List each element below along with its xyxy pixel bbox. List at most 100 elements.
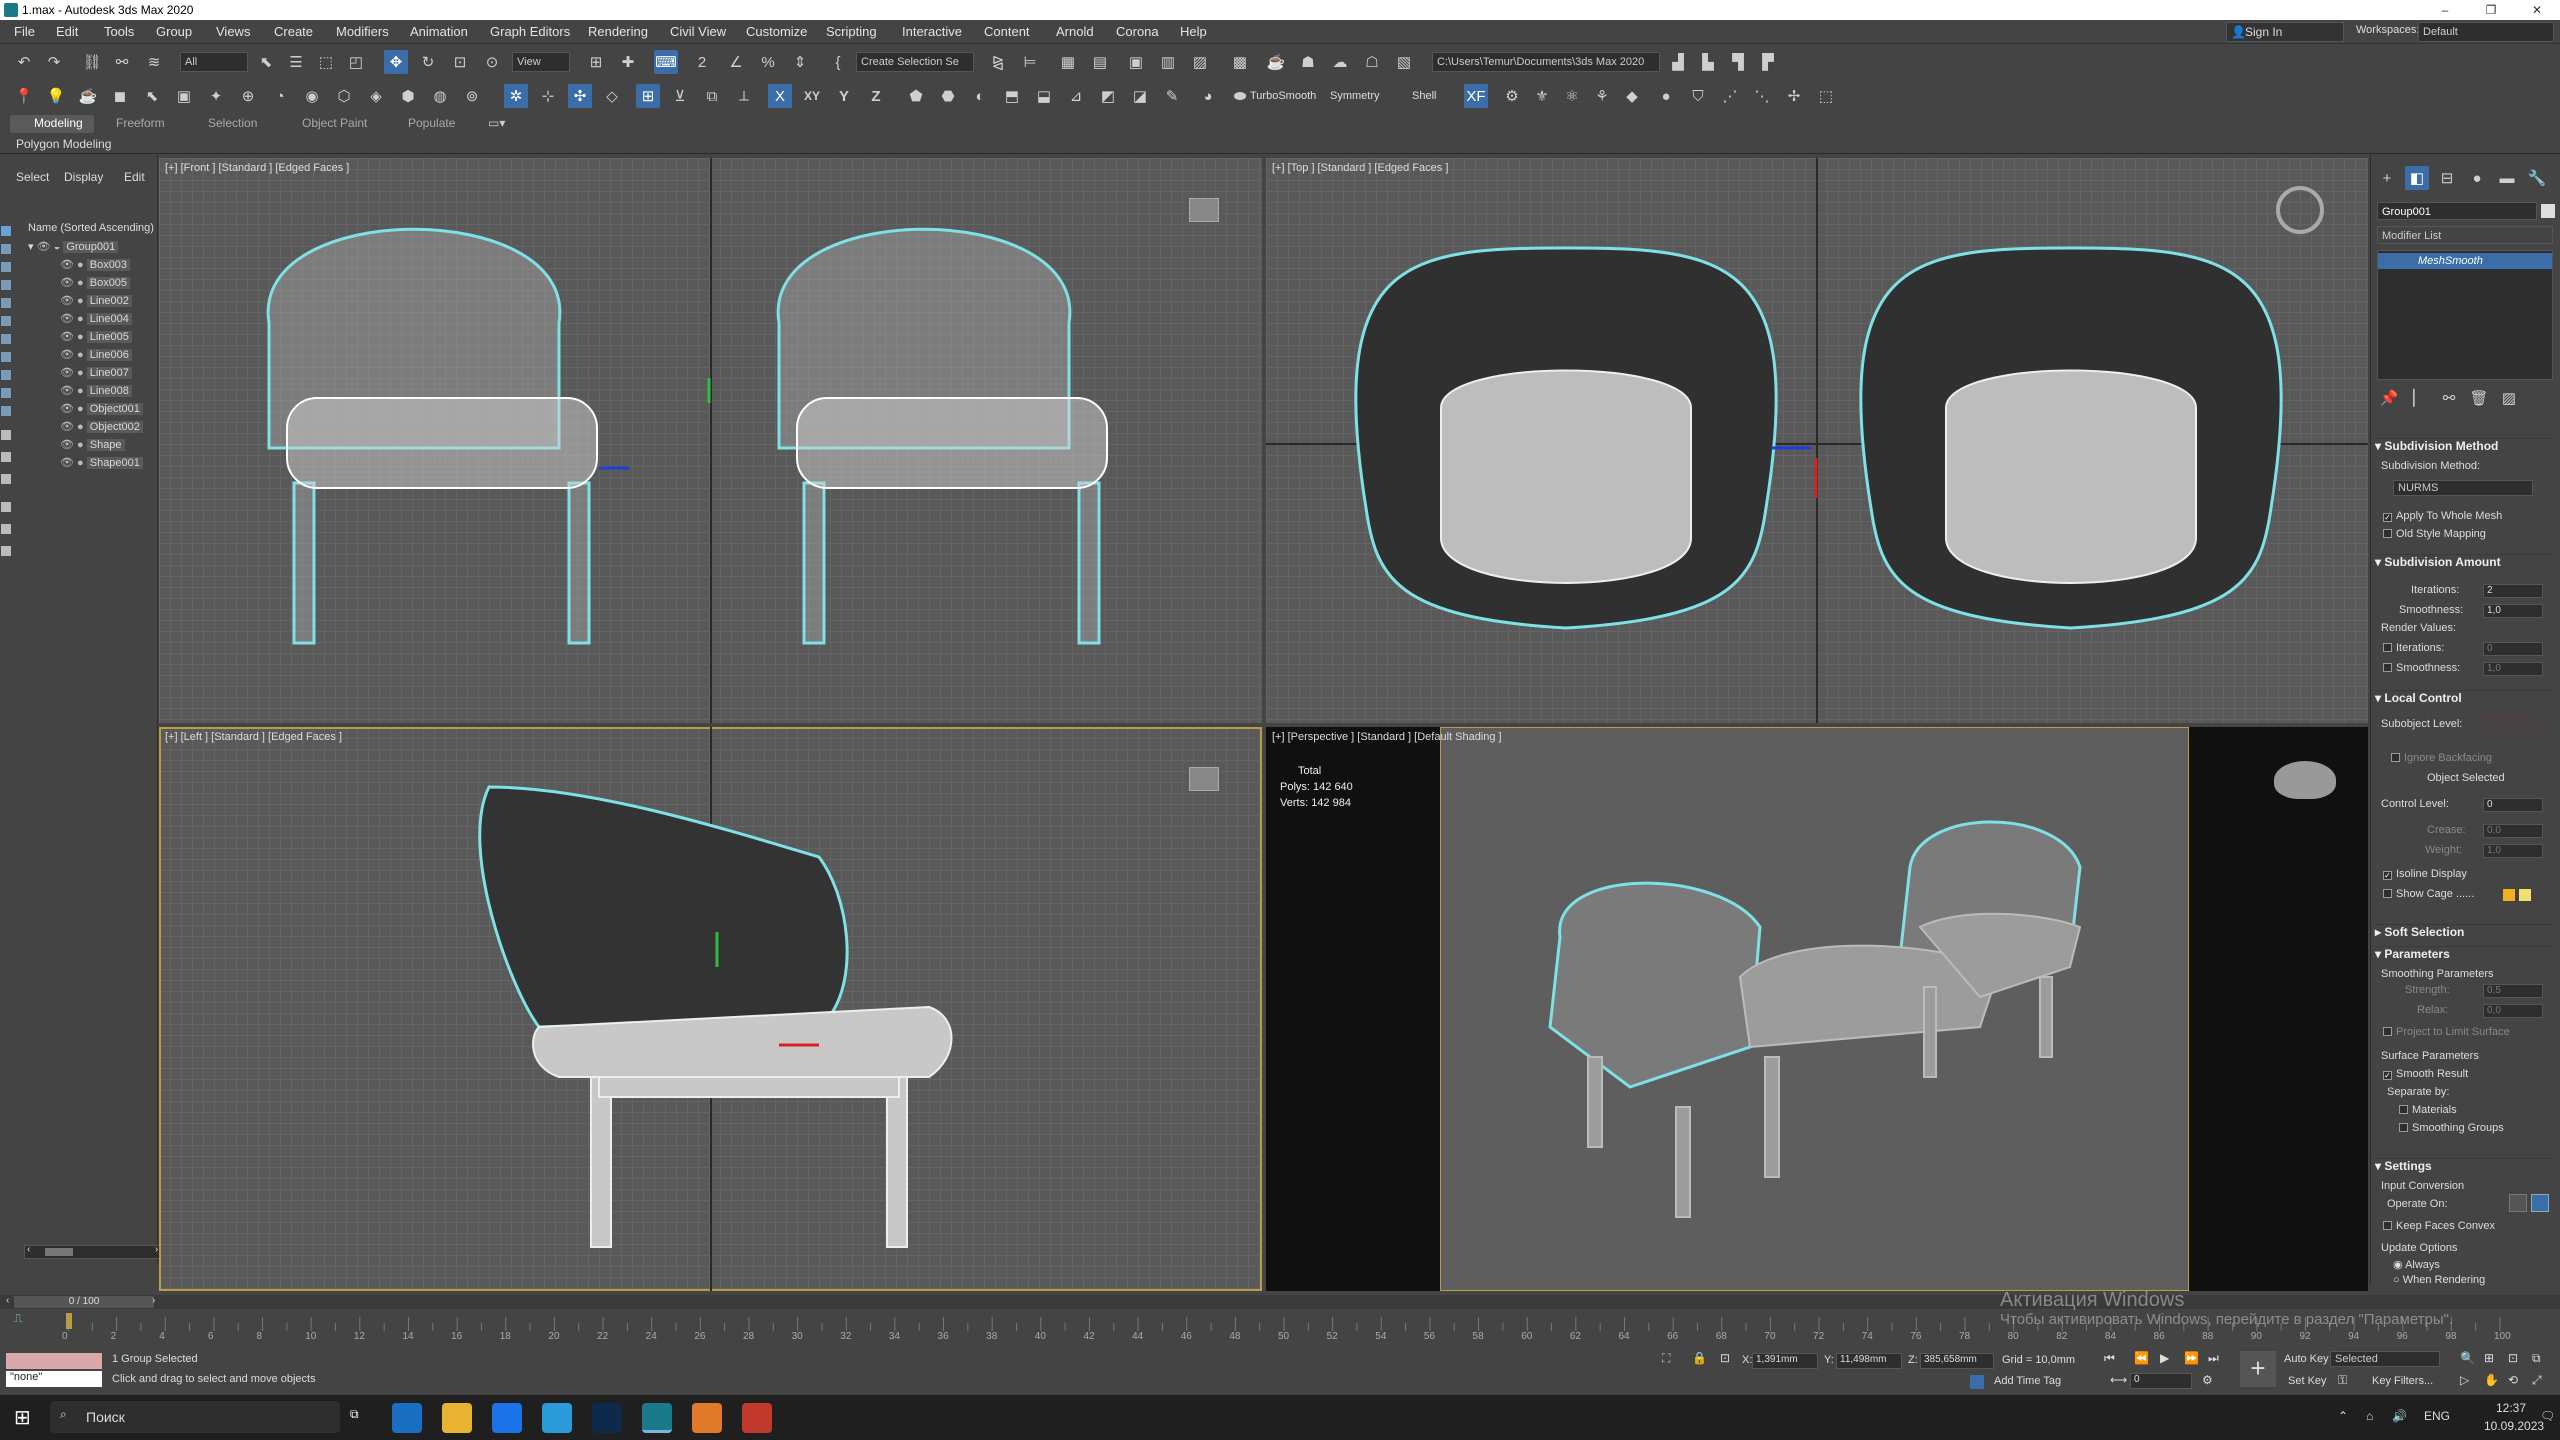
tree-row-line004[interactable]: 👁 ● Line004: [60, 312, 132, 330]
polygon-modeling-label[interactable]: Polygon Modeling: [16, 137, 111, 151]
isoline-display-checkbox[interactable]: ✓ Isoline Display: [2383, 868, 2467, 880]
make-unique-icon[interactable]: ⚯: [2437, 386, 2461, 410]
schematic-view-icon[interactable]: ▥: [1156, 50, 1180, 74]
tool-i-icon[interactable]: ◍: [428, 84, 452, 108]
time-tag-icon[interactable]: [1970, 1375, 1984, 1389]
window-crossing-icon[interactable]: ◰: [344, 50, 368, 74]
tool-h-icon[interactable]: ⬢: [396, 84, 420, 108]
rectangular-selection-icon[interactable]: ⬚: [314, 50, 338, 74]
tool-q-icon[interactable]: ◩: [1096, 84, 1120, 108]
viewport-left-label[interactable]: [+] [Left ] [Standard ] [Edged Faces ]: [165, 731, 342, 743]
xform-icon[interactable]: XF: [1464, 84, 1488, 108]
rendered-frame-window-icon[interactable]: ☕: [1264, 50, 1288, 74]
fov-icon[interactable]: ▷: [2460, 1373, 2469, 1387]
render-smoothness-checkbox[interactable]: Smoothness:: [2383, 662, 2460, 674]
time-config-icon[interactable]: ⚙: [2202, 1373, 2213, 1387]
front-viewcube-icon[interactable]: [1189, 198, 1219, 222]
pin-icon[interactable]: 📍: [12, 84, 36, 108]
rollout-settings[interactable]: ▾ Settings: [2375, 1158, 2553, 1174]
modifier-e-icon[interactable]: ◆: [1620, 84, 1644, 108]
apply-whole-mesh-checkbox[interactable]: ✓ Apply To Whole Mesh: [2383, 510, 2502, 522]
turbosmooth-button[interactable]: TurboSmooth: [1250, 90, 1316, 102]
named-selection-dropdown[interactable]: Create Selection Se: [856, 52, 974, 72]
display-tab-icon[interactable]: ▬: [2495, 166, 2519, 190]
menu-file[interactable]: File: [14, 24, 35, 39]
tool-b-icon[interactable]: ✦: [204, 84, 228, 108]
utilities-tab-icon[interactable]: 🔧: [2525, 166, 2549, 190]
toolbar-icon-2[interactable]: ▙: [1696, 50, 1720, 74]
snap-pivot-icon[interactable]: ⊻: [668, 84, 692, 108]
viewport-front-label[interactable]: [+] [Front ] [Standard ] [Edged Faces ]: [165, 162, 349, 174]
tool-a-icon[interactable]: ▣: [172, 84, 196, 108]
tool-c-icon[interactable]: ⊕: [236, 84, 260, 108]
isolate-icon[interactable]: ⛶: [1662, 1351, 1670, 1366]
modifier-list-dropdown[interactable]: Modifier List: [2377, 226, 2553, 244]
material-editor-icon[interactable]: ▨: [1188, 50, 1212, 74]
mail-icon[interactable]: [492, 1403, 522, 1433]
tool-e-icon[interactable]: ◉: [300, 84, 324, 108]
scroll-right-icon[interactable]: ›: [155, 1244, 158, 1255]
menu-help[interactable]: Help: [1180, 24, 1207, 39]
shell-button[interactable]: Shell: [1412, 90, 1436, 102]
ignore-backfacing-checkbox[interactable]: Ignore Backfacing: [2391, 752, 2492, 764]
cursor-icon[interactable]: ⬉: [140, 84, 164, 108]
object-name-field[interactable]: Group001: [2377, 202, 2537, 220]
configure-modifier-sets-icon[interactable]: ▨: [2497, 386, 2521, 410]
layer-explorer-icon[interactable]: ▤: [1088, 50, 1112, 74]
show-end-result-icon[interactable]: ▏: [2407, 386, 2431, 410]
render-iterative-icon[interactable]: ☖: [1360, 50, 1384, 74]
menu-graph-editors[interactable]: Graph Editors: [490, 24, 570, 39]
viewport-front[interactable]: [+] [Front ] [Standard ] [Edged Faces ]: [159, 158, 1262, 723]
modifier-stack-item-meshsmooth[interactable]: MeshSmooth: [2378, 253, 2552, 269]
menu-modifiers[interactable]: Modifiers: [336, 24, 389, 39]
show-cage-checkbox[interactable]: Show Cage ......: [2383, 888, 2474, 900]
axis-constraint-y-icon[interactable]: Y: [832, 84, 856, 108]
auto-key-button[interactable]: Auto Key: [2284, 1353, 2329, 1365]
menu-group[interactable]: Group: [156, 24, 192, 39]
modifier-f-icon[interactable]: ⛉: [1686, 84, 1710, 108]
snaps-toggle-icon[interactable]: 2: [690, 50, 714, 74]
modifier-h-icon[interactable]: ⋱: [1750, 84, 1774, 108]
place-icon[interactable]: ⊙: [480, 50, 504, 74]
tray-language[interactable]: ENG: [2424, 1409, 2450, 1423]
viewport-left[interactable]: [+] [Left ] [Standard ] [Edged Faces ]: [159, 727, 1262, 1291]
control-level-spinner[interactable]: 0: [2483, 798, 2543, 812]
tree-row-box003[interactable]: 👁 ● Box003: [60, 258, 131, 276]
scene-tab-select[interactable]: Select: [16, 170, 49, 184]
scene-sort-header[interactable]: Name (Sorted Ascending): [28, 222, 154, 234]
next-frame-icon[interactable]: ⏩: [2184, 1351, 2199, 1365]
top-viewcube-icon[interactable]: [2276, 186, 2324, 234]
tool-p-icon[interactable]: ⊿: [1064, 84, 1088, 108]
add-time-tag[interactable]: Add Time Tag: [1994, 1375, 2061, 1387]
3dsmax-icon[interactable]: [642, 1403, 672, 1433]
display-lights-icon[interactable]: [1, 280, 11, 290]
menu-scripting[interactable]: Scripting: [826, 24, 877, 39]
scene-tab-edit[interactable]: Edit: [124, 170, 145, 184]
render-smoothness-spinner[interactable]: 1,0: [2483, 662, 2543, 676]
operate-on-triangle-button[interactable]: [2509, 1194, 2527, 1212]
browser-icon[interactable]: [542, 1403, 572, 1433]
windows-start-icon[interactable]: ⊞: [14, 1405, 31, 1430]
cage-color-swatch-1[interactable]: [2503, 889, 2515, 901]
iterations-spinner[interactable]: 2: [2483, 584, 2543, 598]
display-bones-icon[interactable]: [1, 388, 11, 398]
ribbon-tab-freeform[interactable]: Freeform: [116, 116, 165, 130]
ribbon-tab-object-paint[interactable]: Object Paint: [302, 116, 367, 130]
undo-icon[interactable]: ↶: [12, 50, 36, 74]
rotate-icon[interactable]: ↻: [416, 50, 440, 74]
sphere-icon[interactable]: ●: [1654, 84, 1678, 108]
zoom-icon[interactable]: 🔍: [2460, 1351, 2475, 1365]
goto-start-icon[interactable]: ⏮: [2104, 1351, 2115, 1366]
spinner-snap-icon[interactable]: ⇕: [788, 50, 812, 74]
filter-icon[interactable]: [1, 502, 11, 512]
tree-row-line008[interactable]: 👁 ● Line008: [60, 384, 132, 402]
hierarchy-tab-icon[interactable]: ⊟: [2435, 166, 2459, 190]
tool-l-icon[interactable]: ⬣: [936, 84, 960, 108]
workspace-dropdown[interactable]: Default: [2418, 22, 2554, 42]
time-slider-thumb[interactable]: 0 / 100: [14, 1296, 154, 1308]
viewport-top[interactable]: [+] [Top ] [Standard ] [Edged Faces ]: [1266, 158, 2368, 723]
close-button[interactable]: ✕: [2514, 0, 2560, 20]
scene-explorer-scrollbar[interactable]: ‹ ›: [24, 1244, 164, 1259]
angle-snap-icon[interactable]: ∠: [724, 50, 748, 74]
lock-selection-icon[interactable]: 🔒: [1692, 1351, 1707, 1365]
